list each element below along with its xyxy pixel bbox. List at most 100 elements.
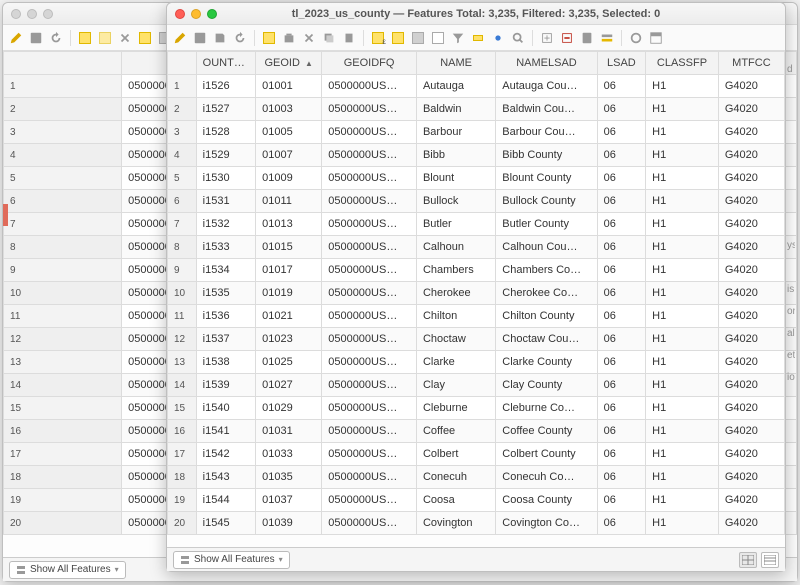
cell[interactable]: Bibb County bbox=[496, 144, 597, 167]
cell[interactable]: i1544 bbox=[196, 489, 255, 512]
table-view-icon[interactable] bbox=[739, 552, 757, 568]
cell[interactable]: Chambers bbox=[416, 259, 495, 282]
cell[interactable]: G4020 bbox=[718, 443, 784, 466]
cell[interactable]: Bibb bbox=[416, 144, 495, 167]
delete-field-icon[interactable] bbox=[558, 28, 576, 48]
row-number[interactable]: 2 bbox=[4, 98, 122, 121]
cell[interactable]: 01037 bbox=[256, 489, 322, 512]
cell[interactable]: i1529 bbox=[196, 144, 255, 167]
row-number[interactable]: 18 bbox=[4, 466, 122, 489]
row-number[interactable]: 13 bbox=[168, 351, 197, 374]
cell[interactable]: Chilton bbox=[416, 305, 495, 328]
corner-header[interactable] bbox=[4, 52, 122, 75]
cell[interactable]: 0500000US… bbox=[322, 374, 417, 397]
row-number[interactable]: 13 bbox=[4, 351, 122, 374]
row-number[interactable]: 16 bbox=[4, 420, 122, 443]
cut-icon[interactable] bbox=[116, 28, 134, 48]
cell[interactable]: 01039 bbox=[256, 512, 322, 535]
cell[interactable]: 0500000US… bbox=[322, 305, 417, 328]
show-all-features-button[interactable]: Show All Features ▾ bbox=[173, 551, 290, 569]
cell[interactable]: H1 bbox=[646, 489, 719, 512]
cell[interactable]: 06 bbox=[597, 351, 645, 374]
cell[interactable]: H1 bbox=[646, 144, 719, 167]
cell[interactable]: Choctaw bbox=[416, 328, 495, 351]
cell[interactable]: Barbour bbox=[416, 121, 495, 144]
cell[interactable]: 0500000US… bbox=[322, 259, 417, 282]
cell[interactable]: 06 bbox=[597, 397, 645, 420]
row-number[interactable]: 1 bbox=[168, 75, 197, 98]
row-number[interactable]: 14 bbox=[168, 374, 197, 397]
row-number[interactable]: 18 bbox=[168, 466, 197, 489]
cell[interactable]: i1533 bbox=[196, 236, 255, 259]
row-number[interactable]: 20 bbox=[168, 512, 197, 535]
cell[interactable]: 01021 bbox=[256, 305, 322, 328]
cell[interactable]: G4020 bbox=[718, 144, 784, 167]
cell[interactable]: H1 bbox=[646, 420, 719, 443]
add-feature-icon[interactable] bbox=[260, 28, 278, 48]
zoom-to-selected-icon[interactable] bbox=[509, 28, 527, 48]
cell[interactable]: H1 bbox=[646, 374, 719, 397]
cell[interactable]: 01013 bbox=[256, 213, 322, 236]
select-by-expr-icon[interactable]: ε bbox=[369, 28, 387, 48]
cell[interactable]: 06 bbox=[597, 489, 645, 512]
cell[interactable]: Conecuh Co… bbox=[496, 466, 597, 489]
cell[interactable]: G4020 bbox=[718, 351, 784, 374]
cell[interactable]: i1539 bbox=[196, 374, 255, 397]
cell[interactable]: 01017 bbox=[256, 259, 322, 282]
multi-edit-icon[interactable] bbox=[191, 28, 209, 48]
column-header-geoidfq[interactable]: GEOIDFQ bbox=[322, 52, 417, 75]
cell[interactable]: H1 bbox=[646, 167, 719, 190]
row-number[interactable]: 8 bbox=[4, 236, 122, 259]
cell[interactable]: Baldwin bbox=[416, 98, 495, 121]
row-number[interactable]: 11 bbox=[168, 305, 197, 328]
row-number[interactable]: 12 bbox=[4, 328, 122, 351]
cell[interactable]: H1 bbox=[646, 512, 719, 535]
cell[interactable]: Bullock bbox=[416, 190, 495, 213]
cell[interactable]: 0500000US… bbox=[322, 420, 417, 443]
cell[interactable]: 0500000US… bbox=[322, 121, 417, 144]
cell[interactable]: H1 bbox=[646, 259, 719, 282]
toggle-editing-icon[interactable] bbox=[7, 28, 25, 48]
row-number[interactable]: 17 bbox=[4, 443, 122, 466]
new-field-icon[interactable] bbox=[538, 28, 556, 48]
table-row[interactable]: 3i1528010050500000US…BarbourBarbour Cou…… bbox=[168, 121, 785, 144]
cell[interactable]: G4020 bbox=[718, 75, 784, 98]
filter-selection-icon[interactable] bbox=[449, 28, 467, 48]
table-row[interactable]: 12i1537010230500000US…ChoctawChoctaw Cou… bbox=[168, 328, 785, 351]
cell[interactable]: 06 bbox=[597, 374, 645, 397]
cell[interactable]: 0500000US… bbox=[322, 167, 417, 190]
cell[interactable]: Coffee County bbox=[496, 420, 597, 443]
row-number[interactable]: 7 bbox=[4, 213, 122, 236]
cell[interactable]: G4020 bbox=[718, 305, 784, 328]
cell[interactable]: Choctaw Cou… bbox=[496, 328, 597, 351]
dock-icon[interactable] bbox=[647, 28, 665, 48]
column-header-name[interactable]: NAME bbox=[416, 52, 495, 75]
cell[interactable]: i1541 bbox=[196, 420, 255, 443]
cell[interactable]: 0500000US… bbox=[322, 328, 417, 351]
cell[interactable]: Barbour Cou… bbox=[496, 121, 597, 144]
table-row[interactable]: 18i1543010350500000US…ConecuhConecuh Co…… bbox=[168, 466, 785, 489]
titlebar-fg[interactable]: tl_2023_us_county — Features Total: 3,23… bbox=[167, 3, 785, 25]
row-number[interactable]: 7 bbox=[168, 213, 197, 236]
save-edits-icon[interactable] bbox=[211, 28, 229, 48]
min-dot[interactable] bbox=[27, 9, 37, 19]
cell[interactable]: H1 bbox=[646, 75, 719, 98]
zoom-dot[interactable] bbox=[43, 9, 53, 19]
column-header-mtfcc[interactable]: MTFCC bbox=[718, 52, 784, 75]
cell[interactable]: 0500000US… bbox=[322, 282, 417, 305]
cell[interactable]: 01009 bbox=[256, 167, 322, 190]
cell[interactable]: Clay County bbox=[496, 374, 597, 397]
cell[interactable]: 0500000US… bbox=[322, 190, 417, 213]
cell[interactable]: Blount County bbox=[496, 167, 597, 190]
toggle-editing-icon[interactable] bbox=[171, 28, 189, 48]
delete-selected-icon[interactable] bbox=[280, 28, 298, 48]
cell[interactable]: H1 bbox=[646, 443, 719, 466]
column-header-geoid[interactable]: GEOID ▲ bbox=[256, 52, 322, 75]
cell[interactable]: H1 bbox=[646, 98, 719, 121]
minimize-icon[interactable] bbox=[191, 9, 201, 19]
invert-selection-icon[interactable] bbox=[409, 28, 427, 48]
table-fg[interactable]: OUNTYNSGEOID ▲GEOIDFQNAMENAMELSADLSADCLA… bbox=[167, 51, 785, 547]
table-row[interactable]: 19i1544010370500000US…CoosaCoosa County0… bbox=[168, 489, 785, 512]
cell[interactable]: G4020 bbox=[718, 190, 784, 213]
row-number[interactable]: 5 bbox=[4, 167, 122, 190]
